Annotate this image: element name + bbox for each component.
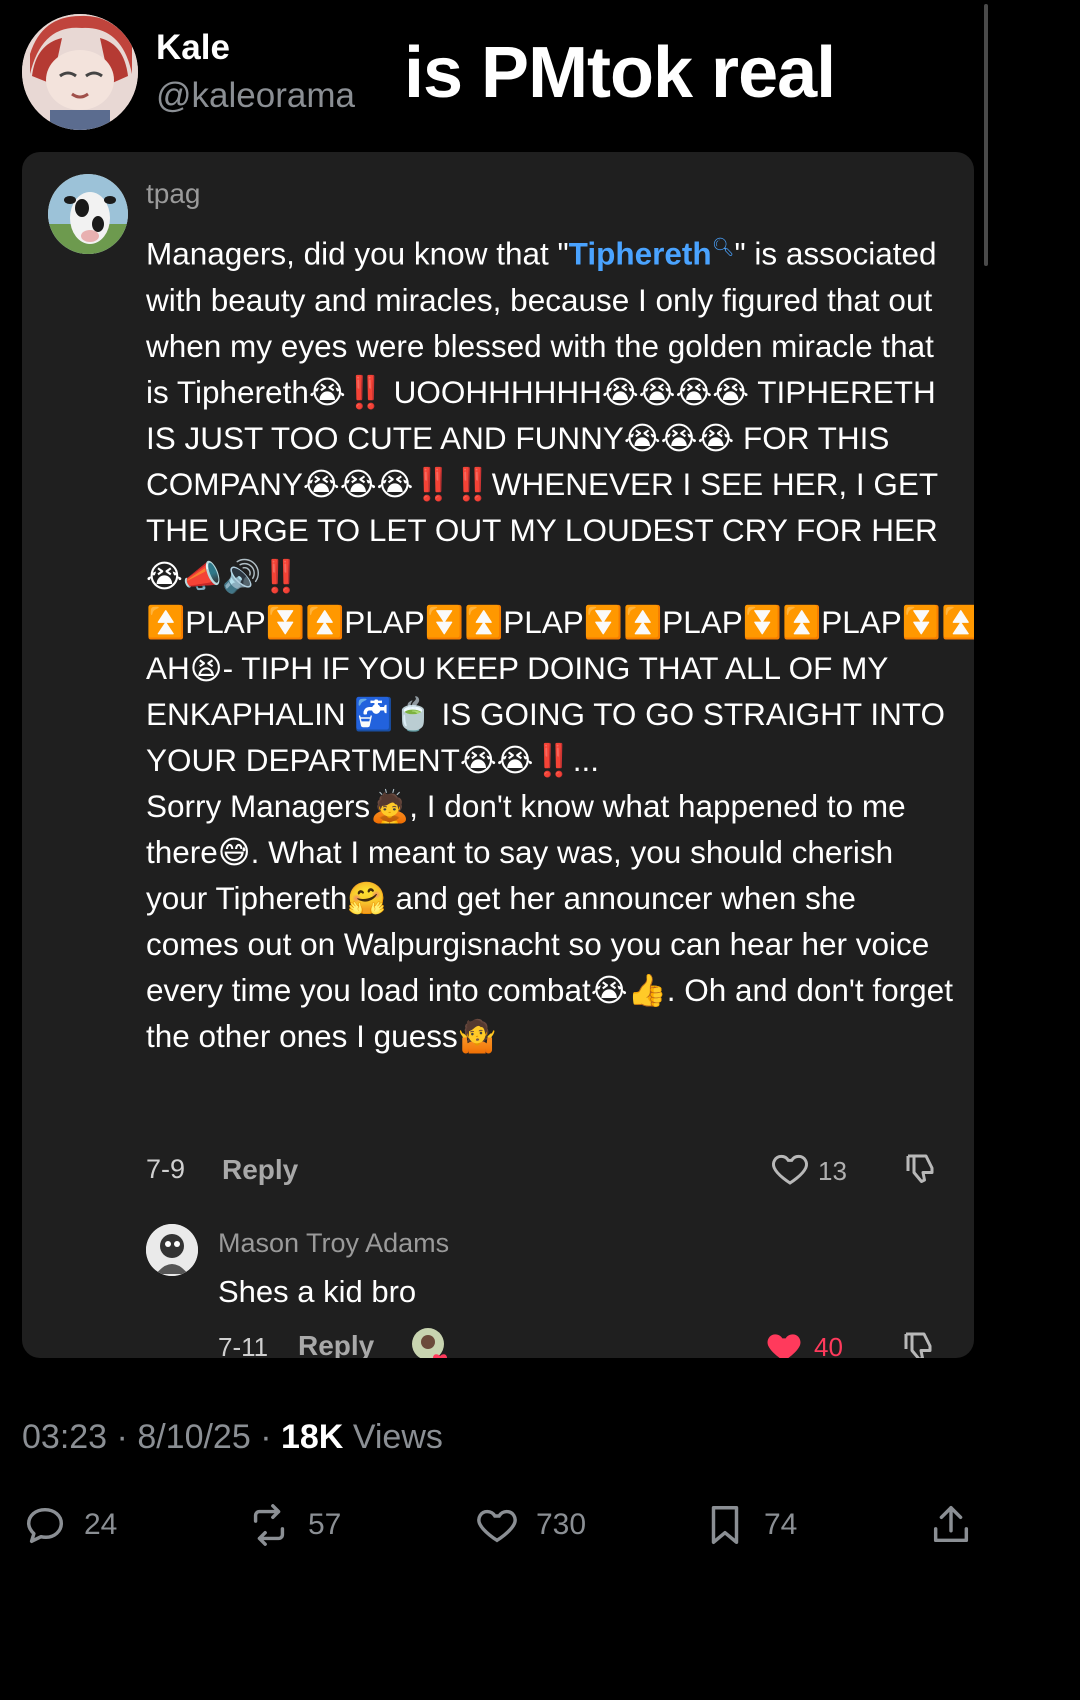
- commenter-username: tpag: [146, 178, 201, 209]
- post-time: 03:23: [22, 1418, 108, 1456]
- dislike-icon: [900, 1328, 936, 1358]
- creator-liked-avatar: [410, 1326, 454, 1358]
- repost-icon: [253, 1504, 285, 1546]
- comment-reply-label: Reply: [222, 1154, 299, 1185]
- replier-avatar: [146, 1224, 198, 1276]
- heart-icon: [764, 1326, 804, 1358]
- reply-count: 24: [84, 1508, 118, 1541]
- comment-body: Managers, did you know that "Tiphereth🔍︎…: [146, 224, 974, 1059]
- post-date: 8/10/25: [137, 1418, 251, 1456]
- reply-button[interactable]: 24: [22, 1500, 117, 1550]
- reply-like-count: 40: [814, 1332, 843, 1358]
- post-text: is PMtok real: [404, 33, 836, 113]
- repost-button[interactable]: 57: [246, 1500, 341, 1550]
- comment-body-prefix: Managers, did you know that ": [146, 235, 569, 272]
- post-meta: 03:23 · 8/10/25 · 18K Views: [22, 1418, 443, 1456]
- like-button[interactable]: 730: [474, 1500, 586, 1550]
- repost-count: 57: [308, 1508, 342, 1541]
- author-handle[interactable]: @kaleorama: [156, 76, 355, 116]
- search-term-link: Tiphereth: [568, 235, 712, 272]
- replier-username: Mason Troy Adams: [218, 1228, 450, 1258]
- dislike-icon: [902, 1150, 938, 1186]
- author-name[interactable]: Kale: [156, 28, 230, 68]
- share-icon: [933, 1506, 969, 1543]
- reply-text: Shes a kid bro: [218, 1274, 417, 1309]
- reply-date: 7-11: [218, 1332, 269, 1358]
- bookmark-button[interactable]: 74: [702, 1500, 797, 1550]
- comment-date: 7-9: [146, 1154, 186, 1184]
- search-icon: 🔍︎: [711, 237, 735, 257]
- heart-icon: [477, 1509, 517, 1543]
- comment-screenshot: tpag Managers, did you know that "Tipher…: [22, 152, 974, 1358]
- bookmark-count: 74: [764, 1508, 798, 1541]
- commenter-avatar: [48, 174, 128, 254]
- scrollbar[interactable]: [984, 4, 988, 266]
- reply-icon: [26, 1507, 64, 1544]
- views-count: 18K: [280, 1418, 344, 1456]
- like-count: 730: [536, 1508, 587, 1541]
- bookmark-icon: [711, 1506, 739, 1544]
- heart-icon: [770, 1148, 810, 1188]
- views-label: Views: [352, 1418, 443, 1456]
- author-avatar[interactable]: [22, 14, 138, 130]
- reply-reply-label: Reply: [298, 1330, 375, 1358]
- comment-body-suffix: " is associated with beauty and miracles…: [146, 235, 974, 1054]
- share-button[interactable]: [928, 1500, 974, 1550]
- comment-like-count: 13: [818, 1156, 847, 1186]
